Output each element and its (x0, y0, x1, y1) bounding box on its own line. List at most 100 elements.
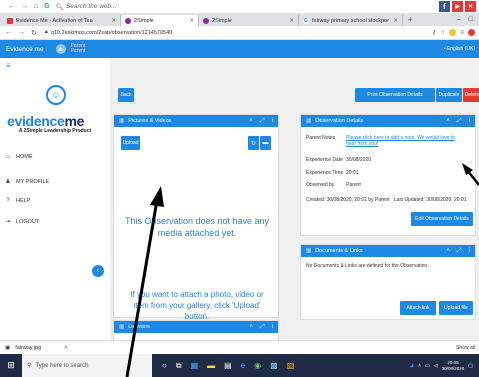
file-explorer-icon[interactable]: ▬ (207, 361, 215, 370)
chrome-icon[interactable]: ◉ (254, 361, 261, 370)
minimize-icon[interactable]: – (457, 16, 461, 23)
media-panel-title: Pictures & Videos (128, 118, 172, 124)
tab-label: Evidence Me - Activation of Tea (16, 17, 93, 24)
back-arrow-icon[interactable]: ← (8, 3, 15, 10)
close-icon[interactable]: ✕ (289, 18, 294, 24)
upload-file-button[interactable]: Upload file (439, 301, 473, 315)
avatar[interactable]: ♟ (55, 44, 66, 54)
observed-by-row: Observed by Parent (306, 182, 361, 188)
tab-favicon-icon (125, 17, 131, 24)
tray-app-icon[interactable]: ◕ (409, 361, 414, 370)
duplicate-button[interactable]: Duplicate (436, 88, 462, 102)
expand-icon[interactable]: ⤢ (457, 118, 462, 125)
key-icon[interactable]: ⚷ (432, 29, 436, 36)
address-bar: ← → ↻ 🔒︎ q10.2eskimos.com/2sap/observati… (0, 26, 479, 40)
show-all-button[interactable]: Show all (456, 345, 479, 351)
app-icon[interactable]: ▨ (287, 361, 295, 370)
chart-icon: ▥ (119, 118, 125, 124)
observation-details-panel: ▥ Observation Details ˄ ⤢ i Parent Notes… (300, 114, 476, 236)
tab-2simple-active[interactable]: 2Simple ✕ (121, 15, 199, 26)
sidebar-collapse-button[interactable]: ‹ (92, 265, 104, 277)
expand-icon[interactable]: ⤢ (260, 118, 265, 125)
evidence-me-logo-icon: ☺ (46, 85, 66, 105)
chevron-up-icon[interactable]: ˄ (446, 248, 450, 255)
chevron-up-icon[interactable]: ˄ (249, 118, 253, 125)
user-info[interactable]: Parent Parent (71, 43, 86, 55)
notifications-icon[interactable]: ▢ (468, 363, 473, 369)
logo-text-evidence: evidence (7, 113, 65, 129)
forward-icon[interactable]: → (18, 29, 25, 37)
clock[interactable]: 20:05 30/08/2020 (442, 360, 465, 372)
refresh-button[interactable]: ↻ (248, 136, 259, 150)
media-panel-header: ▥ Pictures & Videos ˄ ⤢ i (114, 115, 278, 127)
taskbar-search[interactable]: ⚲ Type here to search (22, 354, 152, 377)
download-item[interactable]: ▣ fairway.jpg ˄ (0, 345, 67, 351)
app-icon[interactable]: ▩ (270, 361, 278, 370)
sidebar-item-label: MY PROFILE (16, 178, 50, 185)
forward-arrow-icon[interactable]: → (21, 3, 28, 10)
reload-icon[interactable]: ↻ (31, 29, 37, 37)
tab-google-search[interactable]: G fairway primary school stockpor ✕ (299, 15, 403, 26)
info-icon[interactable]: i (272, 118, 273, 125)
close-icon[interactable]: ✕ (111, 18, 116, 24)
task-view-icon[interactable]: ⧉ (176, 361, 182, 371)
language-selector[interactable]: ▪ English (UK) (444, 46, 479, 52)
tab-2simple[interactable]: 2Simple ✕ (199, 15, 299, 26)
sidebar-item-help[interactable]: ? HELP (5, 198, 30, 204)
sidebar-item-label: HELP (16, 198, 31, 204)
close-icon[interactable]: ✕ (393, 18, 398, 24)
sidebar-item-logout[interactable]: ⇥ LOGOUT (5, 218, 39, 226)
window-controls: – □ (457, 16, 479, 23)
extension-icon[interactable] (449, 29, 457, 36)
chevron-up-icon[interactable]: ˄ (249, 324, 253, 331)
sidebar-item-profile[interactable]: ♟ MY PROFILE (5, 178, 50, 186)
facebook-icon[interactable]: f (439, 1, 450, 12)
expand-icon[interactable]: ⤢ (457, 248, 462, 255)
youtube-icon[interactable]: ▶ (452, 1, 463, 12)
cortana-icon[interactable]: ○ (162, 361, 167, 370)
print-details-button[interactable]: Print Observation Details (355, 88, 435, 102)
maximize-icon[interactable]: □ (469, 16, 473, 23)
chevron-up-icon[interactable]: ˄ (64, 345, 67, 351)
trash-button[interactable]: ▬ (260, 136, 271, 150)
trash-icon: ▬ (262, 140, 269, 146)
experience-date-label: Experience Date (306, 157, 343, 163)
web-search-box[interactable]: 🔍︎ Search the web... (56, 3, 117, 11)
chevron-up-icon[interactable]: ˄ (446, 118, 450, 125)
volume-icon[interactable]: ◁ (434, 363, 438, 369)
info-icon[interactable]: i (469, 118, 470, 125)
info-icon[interactable]: i (272, 324, 273, 331)
windows-start-icon[interactable]: ⊞ (0, 354, 22, 377)
system-bar: ← → ⌂ G 🔍︎ Search the web... f ▶ ✕ (0, 0, 479, 13)
delete-button[interactable]: Delete (463, 88, 479, 102)
hamburger-icon[interactable]: ≡ (6, 61, 11, 70)
pinterest-icon[interactable]: ✕ (465, 1, 476, 12)
chevron-up-icon[interactable]: ˄ (418, 363, 421, 369)
home-icon[interactable]: ⌂ (34, 3, 38, 10)
browser-nav: ← → ↻ (0, 29, 37, 37)
network-icon[interactable]: ▭ (425, 363, 430, 369)
back-button[interactable]: Back (118, 88, 134, 102)
edit-details-button[interactable]: Edit Observation Details (411, 212, 473, 226)
app-icon[interactable]: ▦ (191, 361, 199, 370)
close-icon[interactable]: ✕ (189, 18, 194, 24)
edge-icon[interactable]: e (241, 361, 245, 370)
menu-icon[interactable]: ≡ (460, 30, 464, 36)
tab-evidence-me[interactable]: Evidence Me - Activation of Tea ✕ (3, 15, 121, 26)
sidebar-item-home[interactable]: ⌂ HOME (5, 154, 32, 160)
store-icon[interactable]: ▤ (224, 361, 232, 370)
add-note-link[interactable]: Please click here to add a note. We woul… (346, 135, 464, 147)
back-icon[interactable]: ← (5, 29, 12, 37)
upload-media-button[interactable]: Upload (121, 136, 140, 150)
chart-icon: ▥ (306, 248, 312, 254)
info-icon[interactable]: i (469, 248, 470, 255)
expand-icon[interactable]: ⤢ (260, 324, 265, 331)
google-icon[interactable]: G (44, 3, 49, 10)
url-field[interactable]: 🔒︎ q10.2eskimos.com/2sap/observation/121… (45, 29, 172, 36)
new-tab-icon[interactable]: + (403, 15, 418, 24)
profile-icon[interactable] (468, 29, 475, 36)
chart-icon: ▥ (306, 118, 312, 124)
star-icon[interactable]: ☆ (440, 29, 445, 36)
attach-link-button[interactable]: Attach link (400, 301, 436, 315)
person-icon: ♟ (5, 179, 11, 185)
